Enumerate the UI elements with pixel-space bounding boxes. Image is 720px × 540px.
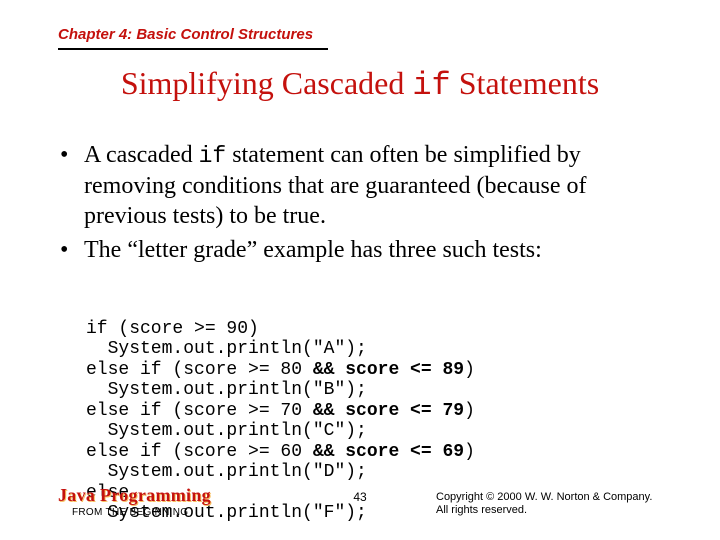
footer-right: Copyright © 2000 W. W. Norton & Company.… xyxy=(436,491,676,519)
code-line: System.out.println("A"); xyxy=(86,339,367,359)
bullet-2: The “letter grade” example has three suc… xyxy=(60,235,670,265)
bullet-list: A cascaded if statement can often be sim… xyxy=(60,140,670,269)
page-title: Simplifying Cascaded if Statements xyxy=(0,65,720,104)
copyright-line-2: All rights reserved. xyxy=(436,504,676,518)
bullet-1: A cascaded if statement can often be sim… xyxy=(60,140,670,231)
book-subtitle: FROM THE BEGINNING xyxy=(72,507,211,518)
code-line: System.out.println("D"); xyxy=(86,462,367,482)
divider xyxy=(58,48,328,50)
code-line: if (score >= 90) xyxy=(86,319,259,339)
code-line: System.out.println("B"); xyxy=(86,380,367,400)
bullet-1-pre: A cascaded xyxy=(84,142,199,168)
slide: Chapter 4: Basic Control Structures Simp… xyxy=(0,0,720,540)
bullet-1-mono: if xyxy=(199,143,227,169)
code-line: else if (score >= 80 && score <= 89) xyxy=(86,360,475,380)
code-line: System.out.println("C"); xyxy=(86,421,367,441)
code-line: else if (score >= 60 && score <= 69) xyxy=(86,442,475,462)
title-post: Statements xyxy=(451,65,599,101)
copyright-line-1: Copyright © 2000 W. W. Norton & Company. xyxy=(436,491,676,505)
chapter-label: Chapter 4: Basic Control Structures xyxy=(58,26,313,43)
title-mono: if xyxy=(412,67,450,104)
title-pre: Simplifying Cascaded xyxy=(121,65,413,101)
code-line: else if (score >= 70 && score <= 79) xyxy=(86,401,475,421)
